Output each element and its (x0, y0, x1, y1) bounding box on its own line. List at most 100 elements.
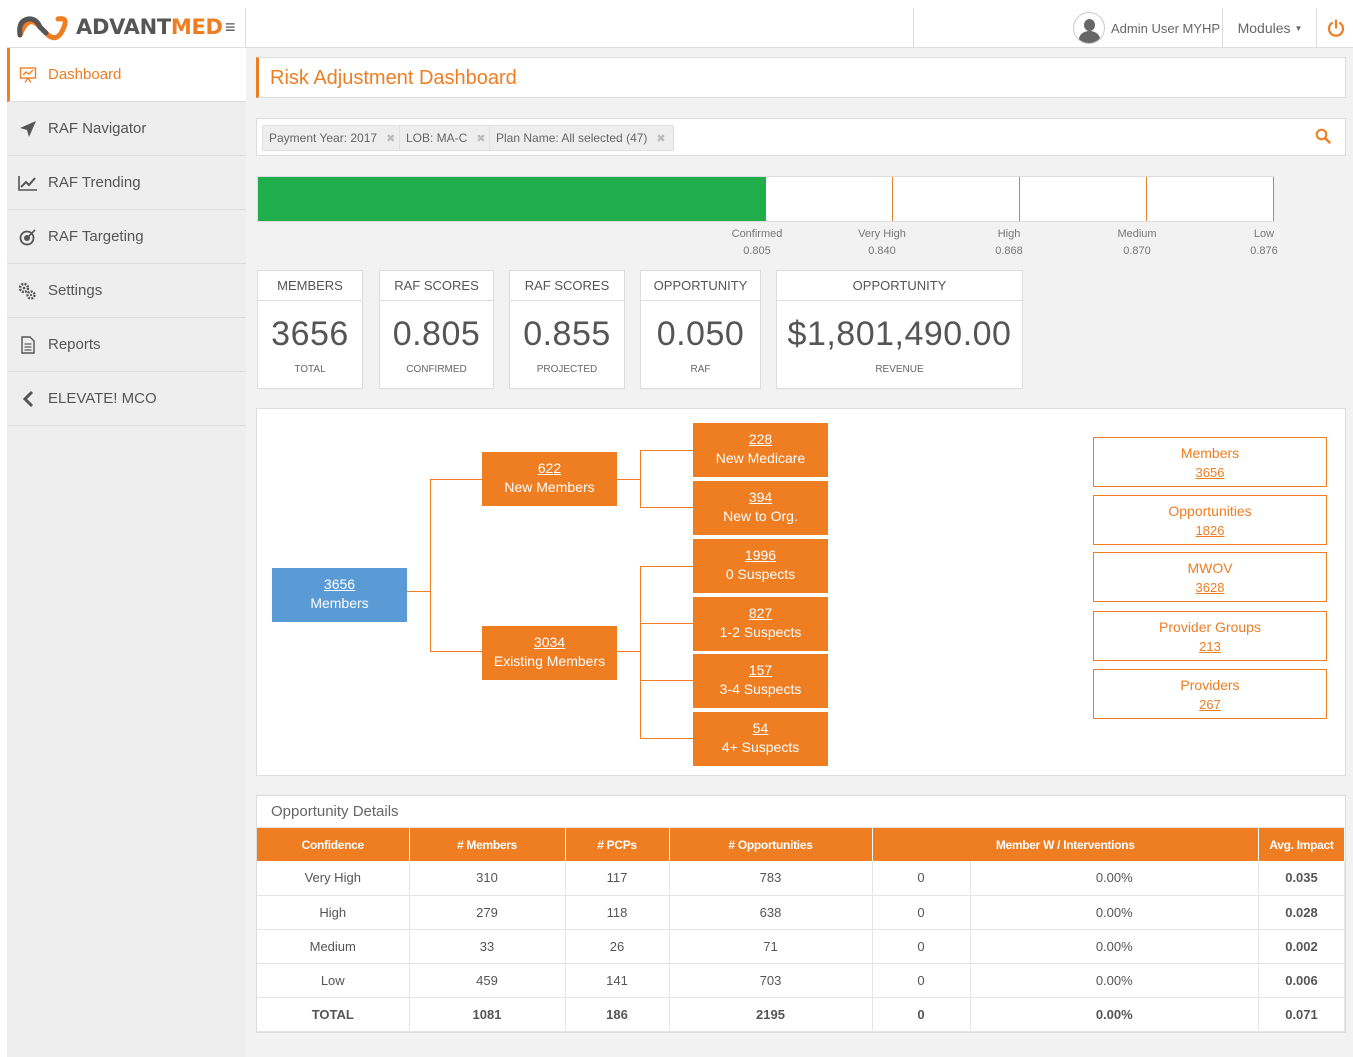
sidebar-item-reports[interactable]: Reports (7, 318, 246, 372)
summary-link-providers[interactable]: Providers 267 (1093, 669, 1327, 719)
col-header-confidence[interactable]: Confidence (257, 828, 410, 861)
stat-card-header: MEMBERS (258, 271, 362, 301)
remove-filter-icon[interactable]: ✖ (386, 132, 395, 145)
stat-card-caption: PROJECTED (536, 364, 598, 375)
table-cell: 310 (409, 861, 566, 896)
search-icon[interactable] (1315, 128, 1331, 149)
filter-bar[interactable]: Payment Year: 2017 ✖ LOB: MA-C ✖ Plan Name… (256, 118, 1346, 156)
tree-node-count[interactable]: 394 (693, 488, 828, 507)
modules-dropdown[interactable]: Modules ▼ (1224, 8, 1317, 48)
stat-card-value: 0.805 (392, 315, 481, 353)
progress-marker-medium (1146, 177, 1147, 221)
page-title: Risk Adjustment Dashboard (270, 67, 517, 89)
tree-node-count[interactable]: 228 (693, 430, 828, 449)
summary-link-count[interactable]: 267 (1094, 695, 1326, 714)
tree-node-label: New Members (504, 479, 595, 495)
top-divider (913, 8, 914, 48)
table-cell: 279 (409, 895, 566, 930)
tree-node-count[interactable]: 3656 (272, 575, 407, 594)
progress-marker-very-high (892, 177, 893, 221)
table-cell: 0.00% (970, 963, 1259, 998)
tree-node-count[interactable]: 1996 (693, 546, 828, 565)
tree-node-new-medicare[interactable]: 228 New Medicare (693, 423, 828, 477)
sidebar-item-settings[interactable]: Settings (7, 264, 246, 318)
tree-node-new-members[interactable]: 622 New Members (482, 452, 617, 506)
tree-node-count[interactable]: 827 (693, 604, 828, 623)
summary-link-provider-groups[interactable]: Provider Groups 213 (1093, 611, 1327, 661)
table-cell: 0.00% (970, 929, 1259, 964)
tree-node-0-suspects[interactable]: 1996 0 Suspects (693, 539, 828, 593)
summary-link-opportunities[interactable]: Opportunities 1826 (1093, 495, 1327, 545)
table-cell: Low (257, 963, 410, 998)
summary-link-count[interactable]: 3628 (1094, 578, 1326, 597)
table-cell: 0.00% (970, 895, 1259, 930)
table-cell: 2195 (669, 997, 873, 1032)
summary-link-mwov[interactable]: MWOV 3628 (1093, 552, 1327, 602)
presentation-icon (17, 64, 39, 86)
col-header-members[interactable]: # Members (409, 828, 566, 861)
tree-node-new-to-org[interactable]: 394 New to Org. (693, 481, 828, 535)
sidebar-item-raf-navigator[interactable]: RAF Navigator (7, 102, 246, 156)
stat-card-raf-projected: RAF SCORES 0.855 PROJECTED (509, 270, 625, 389)
filter-chip-plan-name[interactable]: Plan Name: All selected (47) ✖ (489, 125, 674, 151)
tree-node-count[interactable]: 3034 (482, 633, 617, 652)
tree-node-count[interactable]: 54 (693, 719, 828, 738)
col-header-avg-impact[interactable]: Avg. Impact (1258, 828, 1345, 861)
stat-card-caption: REVENUE (875, 364, 924, 375)
table-cell: 118 (565, 895, 670, 930)
summary-link-count[interactable]: 3656 (1094, 463, 1326, 482)
remove-filter-icon[interactable]: ✖ (476, 132, 485, 145)
sidebar-item-label: Settings (48, 282, 103, 299)
sidebar-item-raf-targeting[interactable]: RAF Targeting (7, 210, 246, 264)
stat-card-value: $1,801,490.00 (787, 315, 1012, 353)
col-header-interventions[interactable]: Member W / Interventions (872, 828, 1259, 861)
gears-icon (17, 280, 39, 302)
col-header-pcps[interactable]: # PCPs (565, 828, 670, 861)
progress-label-value: 0.870 (1123, 245, 1151, 257)
progress-label-name: Confirmed (731, 228, 783, 240)
stat-card-opportunity-revenue: OPPORTUNITY $1,801,490.00 REVENUE (776, 270, 1023, 389)
stat-card-header: OPPORTUNITY (777, 271, 1022, 301)
summary-link-count[interactable]: 1826 (1094, 521, 1326, 540)
table-cell: Medium (257, 929, 410, 964)
opportunity-details-panel: Opportunity Details Confidence # Members… (256, 795, 1346, 1033)
hamburger-menu-icon[interactable]: ≡ (225, 17, 236, 38)
advantmed-logo-icon[interactable] (14, 13, 72, 48)
table-cell: 0.028 (1258, 895, 1345, 930)
progress-marker-high (1019, 177, 1020, 221)
progress-label-value: 0.876 (1250, 245, 1278, 257)
progress-label-value: 0.868 (995, 245, 1023, 257)
summary-link-count[interactable]: 213 (1094, 637, 1326, 656)
table-cell: 0.00% (970, 997, 1259, 1032)
target-icon (17, 226, 39, 248)
tree-node-label: 1-2 Suspects (719, 624, 802, 640)
progress-label-confirmed: Confirmed 0.805 (717, 226, 797, 260)
col-header-opportunities[interactable]: # Opportunities (669, 828, 873, 861)
tree-node-count[interactable]: 622 (482, 459, 617, 478)
tree-node-3-4-suspects[interactable]: 157 3-4 Suspects (693, 654, 828, 708)
table-cell: 0.071 (1258, 997, 1345, 1032)
sidebar-item-raf-trending[interactable]: RAF Trending (7, 156, 246, 210)
summary-link-members[interactable]: Members 3656 (1093, 437, 1327, 487)
stat-card-caption: CONFIRMED (406, 364, 467, 375)
stat-card-value: 0.855 (523, 315, 611, 353)
sidebar: Dashboard RAF Navigator RAF Trending RAF… (7, 48, 246, 1057)
filter-chip-label: LOB: MA-C (406, 131, 468, 145)
sidebar-item-elevate-mco[interactable]: ELEVATE! MCO (7, 372, 246, 426)
sidebar-item-dashboard[interactable]: Dashboard (7, 48, 246, 102)
remove-filter-icon[interactable]: ✖ (656, 132, 665, 145)
tree-node-4plus-suspects[interactable]: 54 4+ Suspects (693, 712, 828, 766)
tree-node-existing-members[interactable]: 3034 Existing Members (482, 626, 617, 680)
user-menu[interactable]: Admin User MYHP (1073, 8, 1223, 48)
table-cell: 459 (409, 963, 566, 998)
tree-node-1-2-suspects[interactable]: 827 1-2 Suspects (693, 597, 828, 651)
tree-node-members[interactable]: 3656 Members (272, 568, 407, 622)
filter-chip-lob[interactable]: LOB: MA-C ✖ (399, 125, 494, 151)
stat-card-header: RAF SCORES (510, 271, 624, 301)
filter-chip-payment-year[interactable]: Payment Year: 2017 ✖ (262, 125, 404, 151)
table-cell: 783 (669, 861, 873, 896)
tree-node-count[interactable]: 157 (693, 661, 828, 680)
power-icon[interactable] (1318, 8, 1353, 48)
table-cell: 0.002 (1258, 929, 1345, 964)
brand-name-part2: MED (170, 15, 223, 39)
